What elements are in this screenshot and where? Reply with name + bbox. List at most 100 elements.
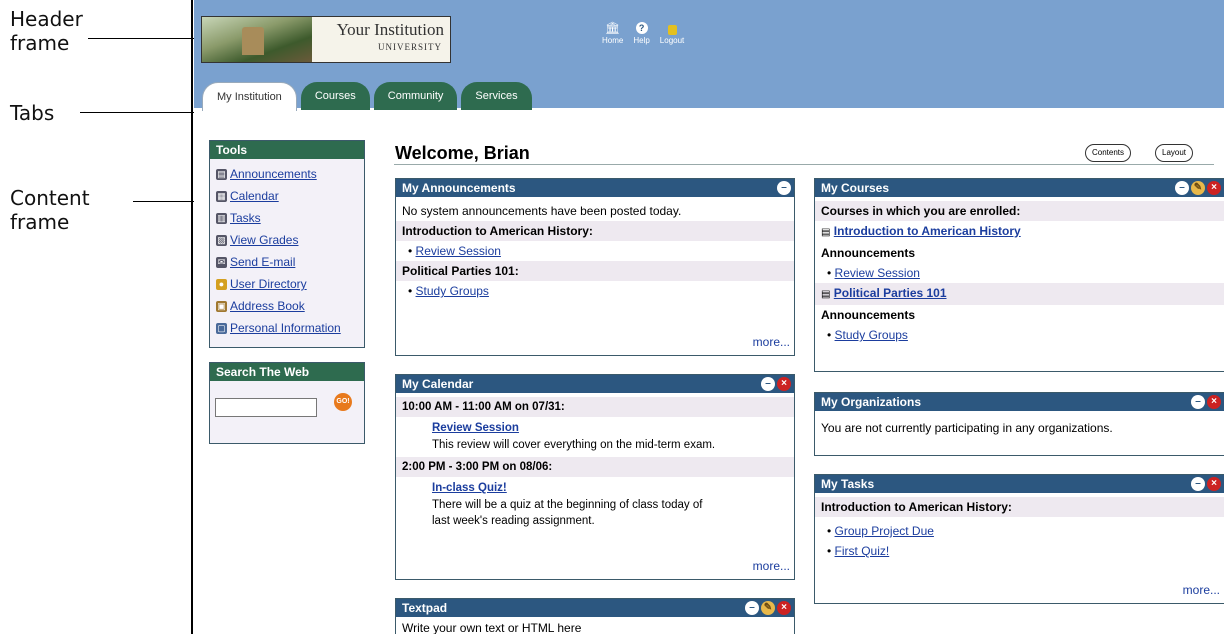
courses-body: Courses in which you are enrolled: ▤ Int… bbox=[815, 197, 1224, 349]
search-web-title: Search The Web bbox=[210, 363, 364, 381]
search-input[interactable] bbox=[215, 398, 317, 417]
announcements-title: My Announcements – bbox=[396, 179, 794, 197]
organizations-panel: My Organizations – × You are not current… bbox=[814, 392, 1224, 456]
search-web-panel: Search The Web GO! bbox=[209, 362, 365, 444]
event-title-link[interactable]: In-class Quiz! bbox=[432, 479, 788, 497]
textpad-title: Textpad – ✎ × bbox=[396, 599, 794, 617]
tasks-panel: My Tasks – × Introduction to American Hi… bbox=[814, 474, 1224, 604]
announcements-panel: My Announcements – No system announcemen… bbox=[395, 178, 795, 356]
panel-controls: – × bbox=[761, 377, 791, 391]
minimize-icon[interactable]: – bbox=[1191, 477, 1205, 491]
divider bbox=[394, 164, 1214, 165]
minimize-icon[interactable]: – bbox=[1191, 395, 1205, 409]
minimize-icon[interactable]: – bbox=[761, 377, 775, 391]
textpad-title-text: Textpad bbox=[402, 601, 448, 615]
panel-controls: – × bbox=[1191, 477, 1221, 491]
calendar-panel: My Calendar – × 10:00 AM - 11:00 AM on 0… bbox=[395, 374, 795, 580]
course-row: ▤ Political Parties 101 bbox=[815, 283, 1224, 305]
go-button[interactable]: GO! bbox=[334, 393, 352, 411]
personal-info-icon: ▢ bbox=[216, 322, 227, 334]
event-description: last week's reading assignment. bbox=[432, 515, 595, 527]
event-description: There will be a quiz at the beginning of… bbox=[432, 499, 703, 511]
tool-item[interactable]: ✉ Send E-mail bbox=[216, 251, 364, 273]
close-icon[interactable]: × bbox=[777, 601, 791, 615]
announcements-title-text: My Announcements bbox=[402, 181, 516, 195]
organizations-title-text: My Organizations bbox=[821, 395, 922, 409]
tool-link-announcements[interactable]: Announcements bbox=[230, 163, 317, 185]
close-icon[interactable]: × bbox=[777, 377, 791, 391]
tool-link-personal-information[interactable]: Personal Information bbox=[230, 317, 341, 339]
tab-my-institution[interactable]: My Institution bbox=[202, 82, 297, 111]
close-icon[interactable]: × bbox=[1207, 477, 1221, 491]
help-icon: ? bbox=[634, 20, 650, 36]
tool-item[interactable]: ▤ Announcements bbox=[216, 163, 364, 185]
panel-controls: – ✎ × bbox=[745, 601, 791, 615]
help-link[interactable]: ? Help bbox=[633, 20, 650, 45]
panel-controls: – ✎ × bbox=[1175, 181, 1221, 195]
header-nav: 🏛 Home ? Help Logout bbox=[602, 20, 684, 45]
event-time: 10:00 AM - 11:00 AM on 07/31: bbox=[396, 397, 794, 417]
course-link[interactable]: Political Parties 101 bbox=[834, 286, 947, 300]
tab-services[interactable]: Services bbox=[461, 82, 532, 110]
minimize-icon[interactable]: – bbox=[745, 601, 759, 615]
textpad-body: Write your own text or HTML here bbox=[402, 621, 582, 634]
task-link[interactable]: Group Project Due bbox=[835, 524, 934, 538]
banner-university: UNIVERSITY bbox=[378, 42, 442, 52]
user-icon: ● bbox=[216, 278, 227, 290]
contents-button[interactable]: Contents bbox=[1085, 144, 1132, 162]
layout-button[interactable]: Layout bbox=[1155, 144, 1194, 162]
announcement-link[interactable]: Study Groups bbox=[416, 284, 489, 298]
task-link[interactable]: First Quiz! bbox=[835, 544, 890, 558]
course-link[interactable]: Introduction to American History bbox=[834, 224, 1021, 238]
tab-bar: My Institution Courses Community Service… bbox=[202, 82, 532, 111]
event-title-link[interactable]: Review Session bbox=[432, 419, 788, 437]
tool-item[interactable]: ▦ Calendar bbox=[216, 185, 364, 207]
tool-item[interactable]: ▧ View Grades bbox=[216, 229, 364, 251]
calendar-title-text: My Calendar bbox=[402, 377, 474, 391]
calendar-title: My Calendar – × bbox=[396, 375, 794, 393]
courses-title-text: My Courses bbox=[821, 181, 890, 195]
announcements-label: Announcements bbox=[821, 308, 916, 322]
minimize-icon[interactable]: – bbox=[777, 181, 791, 195]
announcement-link[interactable]: Study Groups bbox=[835, 328, 908, 342]
more-link[interactable]: more... bbox=[1183, 583, 1220, 597]
minimize-icon[interactable]: – bbox=[1175, 181, 1189, 195]
event-time: 2:00 PM - 3:00 PM on 08/06: bbox=[396, 457, 794, 477]
address-book-icon: ▣ bbox=[216, 300, 227, 312]
list-item: • Study Groups bbox=[408, 284, 489, 298]
tool-item[interactable]: ● User Directory bbox=[216, 273, 364, 295]
tool-link-tasks[interactable]: Tasks bbox=[230, 207, 261, 229]
more-link[interactable]: more... bbox=[753, 559, 790, 573]
email-icon: ✉ bbox=[216, 256, 227, 268]
announcements-body: No system announcements have been posted… bbox=[396, 197, 794, 305]
edit-icon[interactable]: ✎ bbox=[761, 601, 775, 615]
header-frame: Your Institution UNIVERSITY 🏛 Home ? Hel… bbox=[194, 0, 1224, 111]
tool-link-user-directory[interactable]: User Directory bbox=[230, 273, 307, 295]
tool-link-address-book[interactable]: Address Book bbox=[230, 295, 305, 317]
tool-item[interactable]: ▣ Address Book bbox=[216, 295, 364, 317]
tasks-icon: ▥ bbox=[216, 212, 227, 224]
close-icon[interactable]: × bbox=[1207, 181, 1221, 195]
list-item: • Group Project Due bbox=[827, 524, 934, 538]
close-icon[interactable]: × bbox=[1207, 395, 1221, 409]
textpad-panel: Textpad – ✎ × Write your own text or HTM… bbox=[395, 598, 795, 634]
more-link[interactable]: more... bbox=[753, 335, 790, 349]
tab-courses[interactable]: Courses bbox=[300, 82, 370, 110]
list-item: • Review Session bbox=[827, 266, 920, 280]
tools-title: Tools bbox=[210, 141, 364, 159]
tool-item[interactable]: ▥ Tasks bbox=[216, 207, 364, 229]
tool-link-calendar[interactable]: Calendar bbox=[230, 185, 279, 207]
logout-link[interactable]: Logout bbox=[660, 20, 684, 45]
announcement-link[interactable]: Review Session bbox=[835, 266, 920, 280]
tab-community[interactable]: Community bbox=[373, 82, 458, 110]
tool-link-view-grades[interactable]: View Grades bbox=[230, 229, 298, 251]
organizations-body: You are not currently participating in a… bbox=[821, 421, 1113, 435]
announcements-label: Announcements bbox=[821, 246, 916, 260]
home-link[interactable]: 🏛 Home bbox=[602, 20, 623, 45]
tool-link-send-email[interactable]: Send E-mail bbox=[230, 251, 295, 273]
edit-icon[interactable]: ✎ bbox=[1191, 181, 1205, 195]
institution-banner[interactable]: Your Institution UNIVERSITY bbox=[201, 16, 451, 63]
tool-item[interactable]: ▢ Personal Information bbox=[216, 317, 364, 339]
tasks-title: My Tasks – × bbox=[815, 475, 1224, 493]
announcement-link[interactable]: Review Session bbox=[416, 244, 501, 258]
